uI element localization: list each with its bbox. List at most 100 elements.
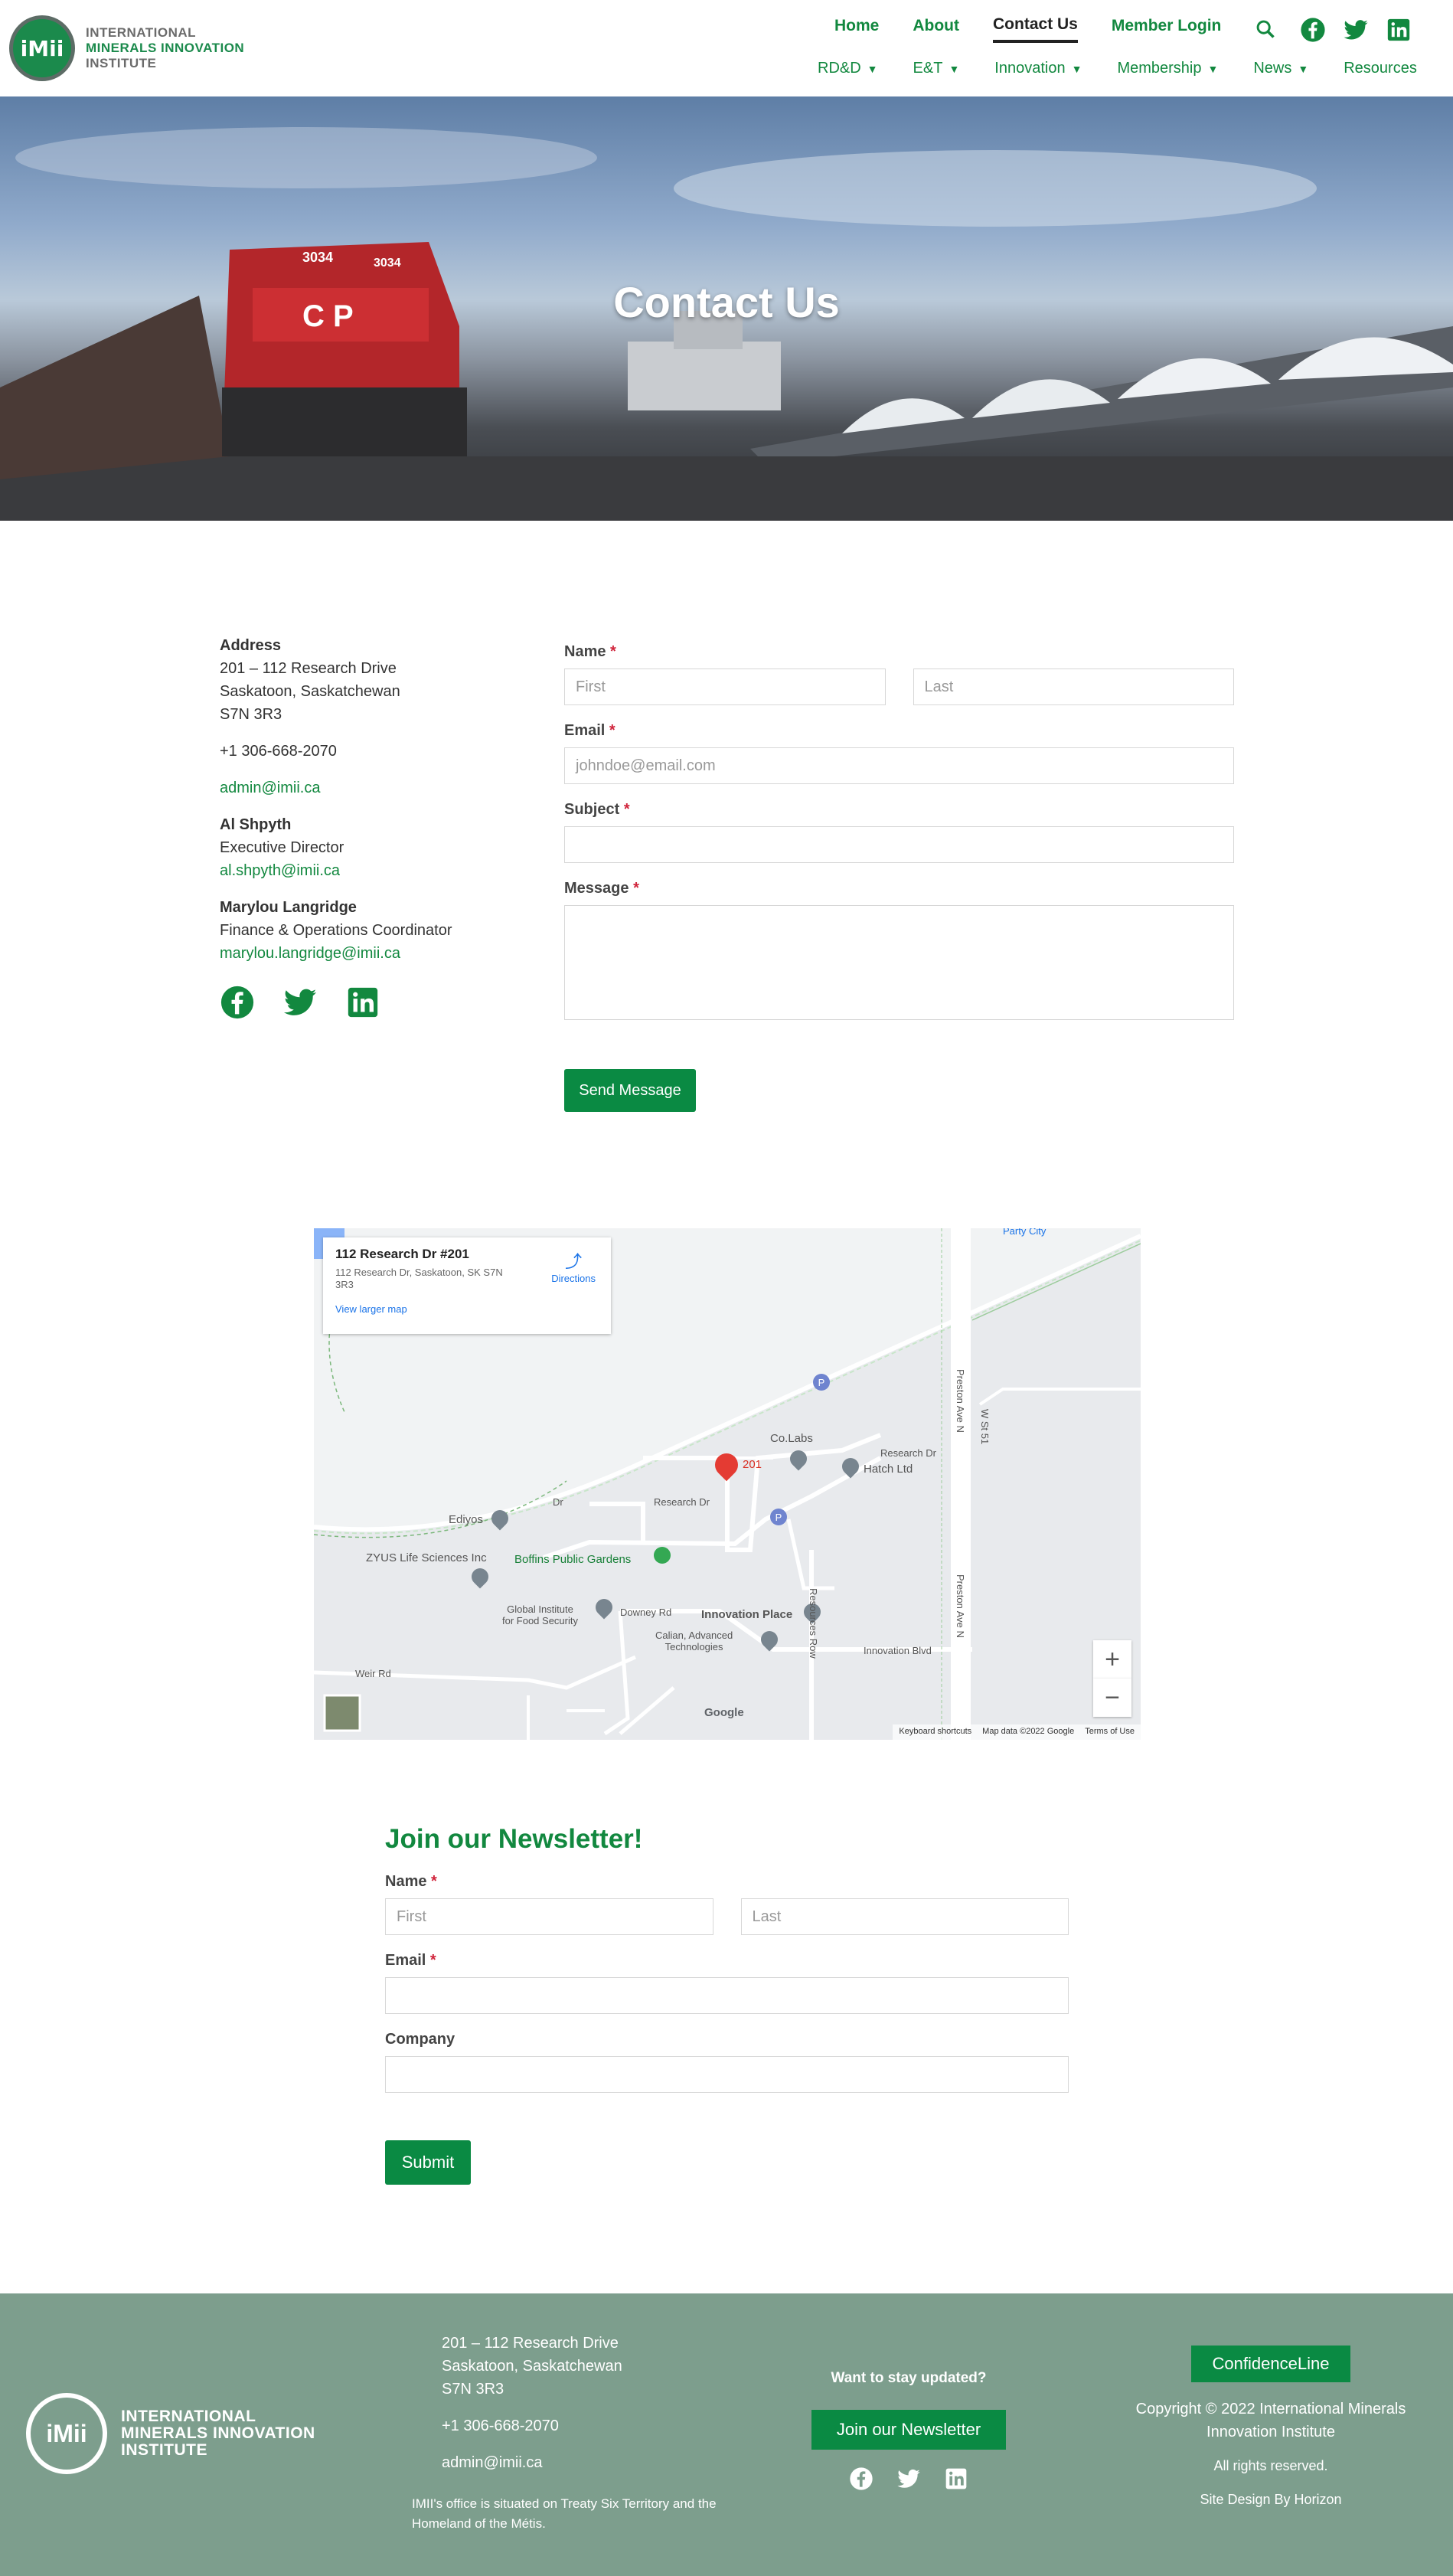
map-label-w-st: W St 51 [979, 1409, 991, 1445]
facebook-icon[interactable] [220, 985, 255, 1020]
directions-button[interactable]: ⤴ Directions [551, 1248, 596, 1284]
hero-banner: C P 3034 3034 Contact Us [0, 96, 1453, 521]
location-map[interactable]: 112 Research Dr #201 112 Research Dr, Sa… [314, 1228, 1141, 1740]
newsletter-company-input[interactable] [385, 2056, 1069, 2093]
map-label-global-institute: Global Institute for Food Security [502, 1603, 578, 1626]
rights-text: All rights reserved. [1213, 2458, 1328, 2473]
footer-logo-line-1: INTERNATIONAL [121, 2408, 256, 2425]
nav-rdd[interactable]: RD&D ▼ [818, 60, 878, 77]
chevron-down-icon: ▼ [1071, 62, 1082, 75]
map-label-colabs: Co.Labs [770, 1432, 813, 1445]
map-label-party-city: Party City [1003, 1228, 1046, 1237]
nav-innovation[interactable]: Innovation ▼ [994, 60, 1082, 77]
newsletter-first-name-input[interactable]: First [385, 1898, 713, 1935]
terms-link[interactable]: Terms of Use [1085, 1727, 1135, 1737]
facebook-icon[interactable] [1300, 17, 1326, 43]
nav-resources[interactable]: Resources [1344, 60, 1417, 77]
logo-line-3: INSTITUTE [86, 56, 157, 70]
general-email-link[interactable]: admin@imii.ca [220, 780, 320, 796]
contact-social [220, 985, 495, 1020]
nav-member-login[interactable]: Member Login [1112, 17, 1222, 41]
keyboard-shortcuts-link[interactable]: Keyboard shortcuts [899, 1727, 971, 1737]
email-label: Email [564, 722, 606, 739]
message-textarea[interactable] [564, 905, 1234, 1020]
nav-home[interactable]: Home [834, 17, 879, 41]
map-label-boffins: Boffins Public Gardens [514, 1553, 632, 1566]
linkedin-icon[interactable] [345, 985, 380, 1020]
zoom-in-button[interactable]: + [1093, 1640, 1131, 1679]
contact-form: Name * First Last Email * johndoe@email.… [564, 643, 1234, 1112]
nav-about[interactable]: About [913, 17, 959, 41]
parking-icon: P [770, 1509, 787, 1525]
map-label-resources-row: Resources Row [808, 1588, 819, 1659]
site-design-credit[interactable]: Site Design By Horizon [1118, 2488, 1424, 2511]
map-label-ediyos: Ediyos [449, 1513, 484, 1526]
facebook-icon[interactable] [849, 2466, 873, 2491]
person-2-title: Finance & Operations Coordinator [220, 922, 452, 939]
person-1-name: Al Shpyth [220, 816, 292, 833]
footer-logo-line-2: MINERALS INNOVATION [121, 2424, 315, 2442]
page-title: Contact Us [613, 278, 840, 326]
linkedin-icon[interactable] [944, 2466, 968, 2491]
send-message-button[interactable]: Send Message [564, 1069, 696, 1112]
phone-number[interactable]: +1 306-668-2070 [220, 740, 495, 763]
nav-et[interactable]: E&T ▼ [913, 60, 960, 77]
footer-address-line-2: Saskatoon, Saskatchewan [442, 2358, 622, 2375]
newsletter-last-name-input[interactable]: Last [740, 1898, 1069, 1935]
newsletter-email-input[interactable] [385, 1977, 1069, 2014]
svg-text:3034: 3034 [374, 257, 401, 270]
svg-text:3034: 3034 [302, 250, 333, 265]
footer-phone[interactable]: +1 306-668-2070 [442, 2414, 622, 2437]
logo-mark: iMii [9, 15, 75, 81]
map-info-card: 112 Research Dr #201 112 Research Dr, Sa… [323, 1237, 611, 1334]
nav-membership[interactable]: Membership ▼ [1117, 60, 1218, 77]
parking-icon: P [813, 1374, 830, 1391]
zoom-out-button[interactable]: − [1093, 1679, 1131, 1717]
newsletter-name-label: Name [385, 1873, 427, 1890]
chevron-down-icon: ▼ [1298, 62, 1309, 75]
search-icon[interactable] [1255, 18, 1276, 40]
person-2-email-link[interactable]: marylou.langridge@imii.ca [220, 945, 400, 962]
person-1-email-link[interactable]: al.shpyth@imii.ca [220, 862, 340, 879]
name-label: Name [564, 643, 606, 660]
address-line-3: S7N 3R3 [220, 706, 282, 723]
subject-input[interactable] [564, 826, 1234, 863]
footer-email-link[interactable]: admin@imii.ca [442, 2451, 622, 2474]
footer-address-line-1: 201 – 112 Research Drive [442, 2335, 619, 2352]
site-header: iMii INTERNATIONAL MINERALS INNOVATION I… [0, 0, 1453, 96]
contact-details: Address 201 – 112 Research Drive Saskato… [220, 634, 495, 1020]
nav-news[interactable]: News ▼ [1253, 60, 1308, 77]
site-logo[interactable]: iMii INTERNATIONAL MINERALS INNOVATION I… [9, 15, 244, 81]
email-input[interactable]: johndoe@email.com [564, 747, 1234, 784]
nav-contact-us[interactable]: Contact Us [993, 15, 1078, 43]
twitter-icon[interactable] [282, 985, 318, 1020]
last-name-input[interactable]: Last [913, 669, 1234, 705]
footer-address: 201 – 112 Research Drive Saskatoon, Sask… [442, 2332, 622, 2474]
join-newsletter-button[interactable]: Join our Newsletter [811, 2410, 1006, 2450]
footer-logo-line-3: INSTITUTE [121, 2441, 207, 2459]
map-data-text: Map data ©2022 Google [982, 1727, 1075, 1736]
footer-logo[interactable]: iMii INTERNATIONAL MINERALS INNOVATION I… [26, 2393, 315, 2474]
map-label-research-dr-east: Research Dr [880, 1447, 936, 1459]
land-acknowledgement: IMII's office is situated on Treaty Six … [412, 2496, 717, 2531]
newsletter-company-label: Company [385, 2031, 455, 2048]
map-label-innovation-blvd: Innovation Blvd [864, 1645, 932, 1656]
site-footer: iMii INTERNATIONAL MINERALS INNOVATION I… [0, 2293, 1453, 2576]
message-label: Message [564, 880, 629, 897]
confidenceline-button[interactable]: ConfidenceLine [1191, 2346, 1350, 2382]
twitter-icon[interactable] [896, 2466, 921, 2491]
map-label-preston-ave-n-2: Preston Ave N [955, 1574, 966, 1638]
view-larger-map-link[interactable]: View larger map [335, 1303, 599, 1315]
linkedin-icon[interactable] [1386, 17, 1412, 43]
logo-line-2: MINERALS INNOVATION [86, 41, 245, 55]
subject-label: Subject [564, 801, 620, 818]
newsletter-submit-button[interactable]: Submit [385, 2140, 471, 2185]
map-label-preston-ave-n-1: Preston Ave N [955, 1369, 966, 1433]
footer-social [811, 2466, 1006, 2491]
map-label-calian: Calian, Advanced Technologies [655, 1630, 733, 1652]
twitter-icon[interactable] [1343, 17, 1369, 43]
directions-icon: ⤴ [565, 1252, 583, 1271]
google-logo: Google [704, 1706, 744, 1719]
first-name-input[interactable]: First [564, 669, 886, 705]
map-label-weir-rd: Weir Rd [355, 1668, 391, 1679]
